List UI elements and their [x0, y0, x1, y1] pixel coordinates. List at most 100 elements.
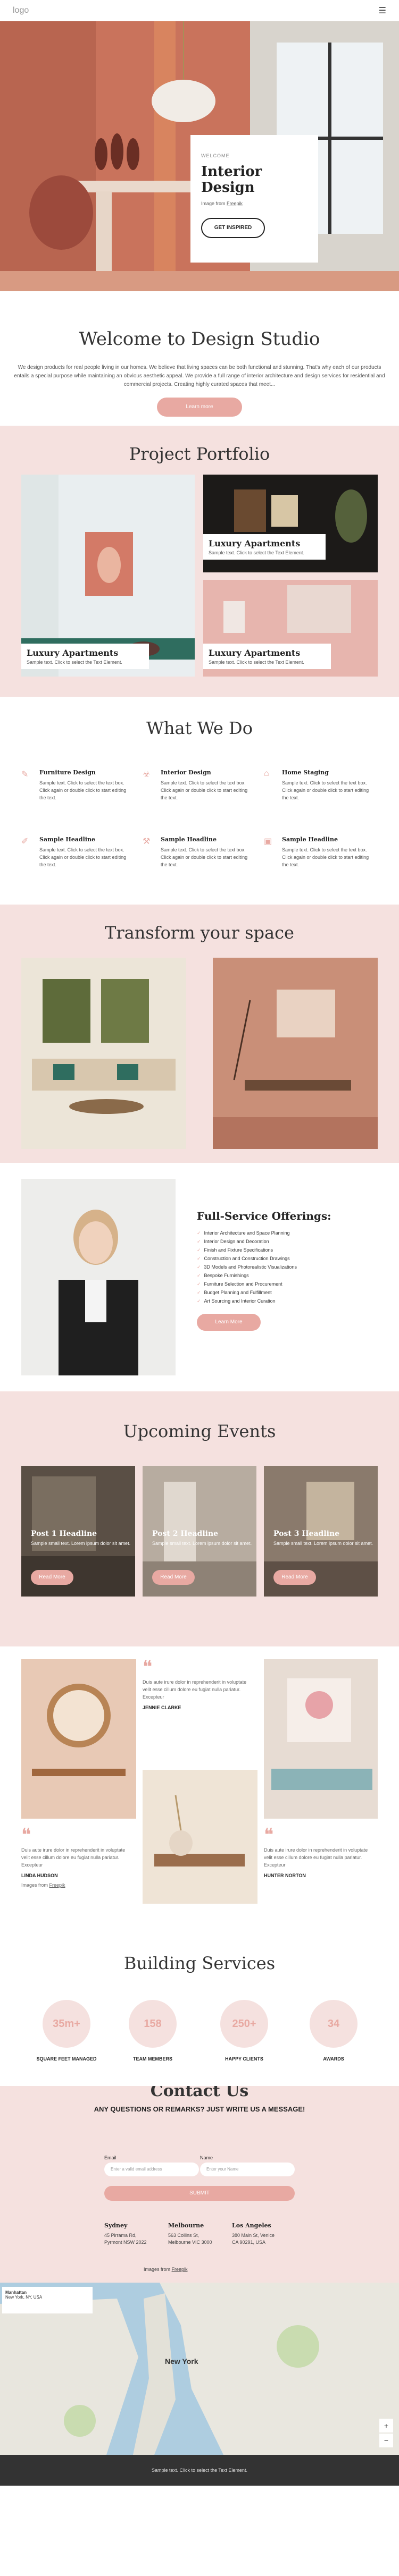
event-title: Post 2 Headline [152, 1530, 219, 1538]
event-title: Post 1 Headline [31, 1530, 97, 1538]
what-we-do-section: What We Do ✎ Furniture Design Sample text.… [0, 697, 399, 905]
portfolio-section: Project Portfolio Luxury Apartments Samp… [0, 426, 399, 697]
service-title: Furniture Design [39, 769, 96, 776]
stat-item: 250+ HAPPY CLIENTS [204, 2000, 284, 2062]
list-item: ✓ Budget Planning and Fulfillment [197, 1288, 331, 1297]
hamburger-icon[interactable]: ☰ [379, 5, 386, 16]
testimonial-image-mirror [21, 1659, 136, 1819]
stat-label: SQUARE FEET MANAGED [36, 2056, 97, 2062]
map-embed[interactable]: Manhattan New York, NY, USA New York + − [0, 2283, 399, 2455]
read-more-button[interactable]: Read More [273, 1570, 316, 1585]
check-icon: ✓ [197, 1290, 201, 1295]
read-more-button[interactable]: Read More [31, 1570, 73, 1585]
portfolio-item-title: Luxury Apartments [27, 648, 119, 658]
welcome-section: Welcome to Design Studio We design produ… [0, 291, 399, 426]
image-credit: Image from Freepik [201, 201, 307, 206]
list-item: ✓ Furniture Selection and Procurement [197, 1280, 331, 1288]
list-item-text: Art Sourcing and Interior Curation [204, 1298, 276, 1304]
hero-kicker: WELCOME [201, 153, 230, 158]
check-icon: ✓ [197, 1247, 201, 1253]
list-item: ✓ Bespoke Furnishings [197, 1271, 331, 1280]
list-item: ✓ Art Sourcing and Interior Curation [197, 1297, 331, 1305]
testimonials-section: ❝ Duis aute irure dolor in reprehenderit… [0, 1646, 399, 1932]
check-icon: ✓ [197, 1298, 201, 1304]
stat-label: AWARDS [323, 2056, 344, 2062]
zoom-out-icon[interactable]: − [379, 2434, 393, 2447]
read-more-button[interactable]: Read More [152, 1570, 195, 1585]
name-field-group: Name Enter your Name [200, 2155, 295, 2176]
email-field[interactable]: Enter a valid email address [104, 2163, 199, 2176]
images-credit: Images from Freepik [144, 2267, 188, 2272]
logo[interactable]: logo [13, 6, 29, 15]
testimonial-card: ❝ Duis aute irure dolor in reprehenderit… [264, 1825, 376, 1878]
map-place-sub: New York, NY, USA [5, 2295, 43, 2300]
portrait-image [21, 1179, 176, 1375]
footer-text: Sample text. Click to select the Text El… [152, 2468, 247, 2473]
service-text: Sample text. Click to select the text bo… [39, 780, 127, 800]
address-line: Pyrmont NSW 2022 [104, 2240, 147, 2245]
check-icon: ✓ [197, 1230, 201, 1236]
credit-prefix: Images from [21, 1882, 49, 1888]
contact-subtitle: ANY QUESTIONS OR REMARKS? JUST WRITE US … [94, 2105, 305, 2113]
service-item: ✎ Furniture Design Sample text. Click to s… [21, 769, 133, 801]
portfolio-caption-3[interactable]: Luxury Apartments Sample text. Click to … [203, 644, 331, 669]
contact-title: Contact Us [150, 2086, 249, 2100]
portfolio-caption-1[interactable]: Luxury Apartments Sample text. Click to … [203, 534, 326, 560]
stat-label: HAPPY CLIENTS [225, 2056, 263, 2062]
events-section: Upcoming Events Post 1 Headline Sample sm… [0, 1391, 399, 1646]
stat-value: 34 [310, 2000, 358, 2048]
freepik-link[interactable]: Freepik [172, 2267, 188, 2272]
map-info-panel[interactable]: Manhattan New York, NY, USA [2, 2287, 93, 2313]
list-item-text: Furniture Selection and Procurement [204, 1281, 282, 1287]
address-los-angeles: Los Angeles 380 Main St, Venice CA 90291, … [232, 2222, 275, 2246]
portfolio-item-title: Luxury Apartments [209, 648, 301, 658]
hero-section: WELCOME Interior Design Image from Freep… [0, 21, 399, 291]
address-melbourne: Melbourne 563 Collins St, Melbourne VIC 30… [168, 2222, 212, 2246]
event-card[interactable]: Post 1 Headline Sample small text. Lorem … [21, 1466, 135, 1597]
quote-icon: ❝ [264, 1825, 274, 1846]
event-card[interactable]: Post 2 Headline Sample small text. Lorem … [143, 1466, 256, 1597]
event-card[interactable]: Post 3 Headline Sample small text. Lorem … [264, 1466, 378, 1597]
service-title: Interior Design [161, 769, 211, 776]
list-item-text: Budget Planning and Fulfillment [204, 1290, 272, 1295]
service-item: ⚒ Sample Headline Sample text. Click to se… [143, 836, 254, 868]
house-icon: ⌂ [264, 769, 269, 778]
service-item: ✐ Sample Headline Sample text. Click to se… [21, 836, 133, 868]
brush-icon: ✐ [21, 837, 29, 846]
map-city-label: New York [165, 2357, 198, 2366]
freepik-link[interactable]: Freepik [49, 1882, 65, 1888]
submit-button[interactable]: SUBMIT [104, 2186, 295, 2201]
service-item: ☣ Interior Design Sample text. Click to se… [143, 769, 254, 801]
testimonial-text: Duis aute irure dolor in reprehenderit i… [143, 1679, 247, 1700]
check-icon: ✓ [197, 1273, 201, 1278]
service-title: Sample Headline [161, 836, 217, 843]
footer: Sample text. Click to select the Text El… [0, 2455, 399, 2486]
zoom-in-icon[interactable]: + [379, 2419, 393, 2433]
freepik-link[interactable]: Freepik [227, 201, 243, 206]
list-item-text: Finish and Fixture Specifications [204, 1247, 273, 1253]
service-text: Sample text. Click to select the text bo… [39, 847, 127, 867]
list-item-text: Interior Design and Decoration [204, 1239, 269, 1244]
service-item: ▣ Sample Headline Sample text. Click to se… [264, 836, 376, 868]
testimonial-author: HUNTER NORTON [264, 1873, 306, 1878]
list-item-text: Construction and Construction Drawings [204, 1256, 290, 1261]
portfolio-caption-2[interactable]: Luxury Apartments Sample text. Click to … [21, 644, 149, 669]
event-title: Post 3 Headline [273, 1530, 340, 1538]
email-label: Email [104, 2155, 117, 2160]
offerings-learn-more-button[interactable]: Learn More [197, 1314, 261, 1331]
site-header: logo ☰ [0, 0, 399, 21]
learn-more-button[interactable]: Learn more [157, 398, 242, 417]
stat-value: 35m+ [43, 2000, 90, 2048]
offerings-title: Full-Service Offerings: [197, 1210, 331, 1222]
transform-images [21, 958, 378, 1149]
hero-title: Interior Design [201, 164, 262, 196]
check-icon: ✓ [197, 1264, 201, 1270]
service-title: Sample Headline [39, 836, 95, 843]
service-title: Home Staging [282, 769, 329, 776]
get-inspired-button[interactable]: GET INSPIRED [201, 218, 265, 238]
service-text: Sample text. Click to select the text bo… [282, 847, 369, 867]
testimonial-card: ❝ Duis aute irure dolor in reprehenderit… [21, 1826, 133, 1889]
quote-icon: ❝ [143, 1657, 153, 1678]
list-item: ✓ Interior Design and Decoration [197, 1237, 331, 1246]
name-field[interactable]: Enter your Name [200, 2163, 295, 2176]
